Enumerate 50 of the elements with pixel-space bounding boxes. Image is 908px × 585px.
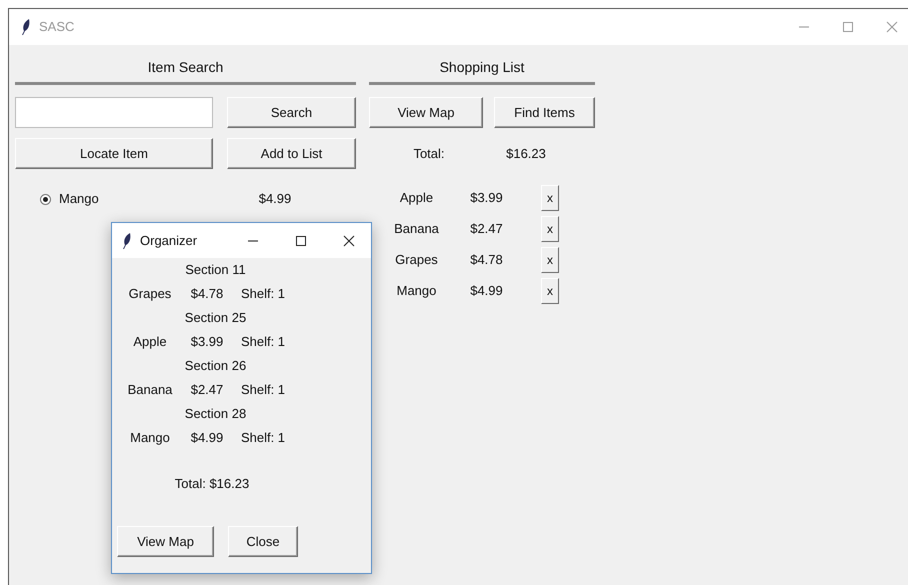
search-field[interactable] [15,97,213,128]
price-text: $3.99 [469,189,504,208]
feather-icon [21,18,31,36]
price-text: $2.47 [469,220,504,238]
shelf-text: Shelf: 1 [240,333,286,352]
window-title: SASC [39,18,74,36]
shelf-text: Shelf: 1 [240,285,286,304]
item-name: Apple [132,333,168,352]
price-text: $4.99 [469,282,504,300]
total-value: $16.23 [505,144,547,163]
radio-button[interactable]: Mango [15,189,245,209]
radio-icon[interactable] [40,194,51,204]
locate-item-button[interactable]: Locate Item [15,138,213,169]
feather-icon [122,232,132,250]
item-name: Banana [393,220,440,238]
total-label: Total: [412,144,446,163]
view-map-button[interactable]: View Map [117,526,214,557]
price-text: $4.99 [190,429,224,448]
section-label: Section 26 [184,357,248,375]
item-name: Banana [126,381,174,400]
section-label: Section 28 [184,405,248,423]
search-button[interactable]: Search [227,97,356,128]
shelf-text: Shelf: 1 [240,429,286,448]
shelf-text: Shelf: 1 [240,381,286,400]
item-name: Grapes [394,251,439,270]
window-title: Organizer [140,232,198,250]
remove-button[interactable]: x [541,247,559,273]
item-name: Mango [129,429,171,448]
remove-button[interactable]: x [541,216,559,242]
maximize-icon[interactable] [295,234,307,246]
add-to-list-button[interactable]: Add to List [227,138,356,169]
item-name: Apple [398,189,434,208]
view-map-button[interactable]: View Map [369,97,483,128]
price-text: $2.47 [190,381,224,400]
close-icon[interactable] [343,234,355,246]
total-text: Total: $16.23 [174,475,250,493]
price-text: $3.99 [190,333,224,352]
close-button[interactable]: Close [228,526,298,557]
price-text: $4.99 [258,190,292,208]
section-label: Section 11 [184,261,247,279]
item-name: Mango [396,282,438,300]
item-name: Grapes [128,285,172,304]
remove-button[interactable]: x [541,185,559,211]
price-text: $4.78 [469,251,504,270]
price-text: $4.78 [190,285,224,304]
section-label: Section 25 [184,309,248,327]
remove-button[interactable]: x [541,278,559,304]
section-heading: Item Search [15,55,356,85]
section-heading: Shopping List [369,55,595,85]
find-items-button[interactable]: Find Items [494,97,595,128]
